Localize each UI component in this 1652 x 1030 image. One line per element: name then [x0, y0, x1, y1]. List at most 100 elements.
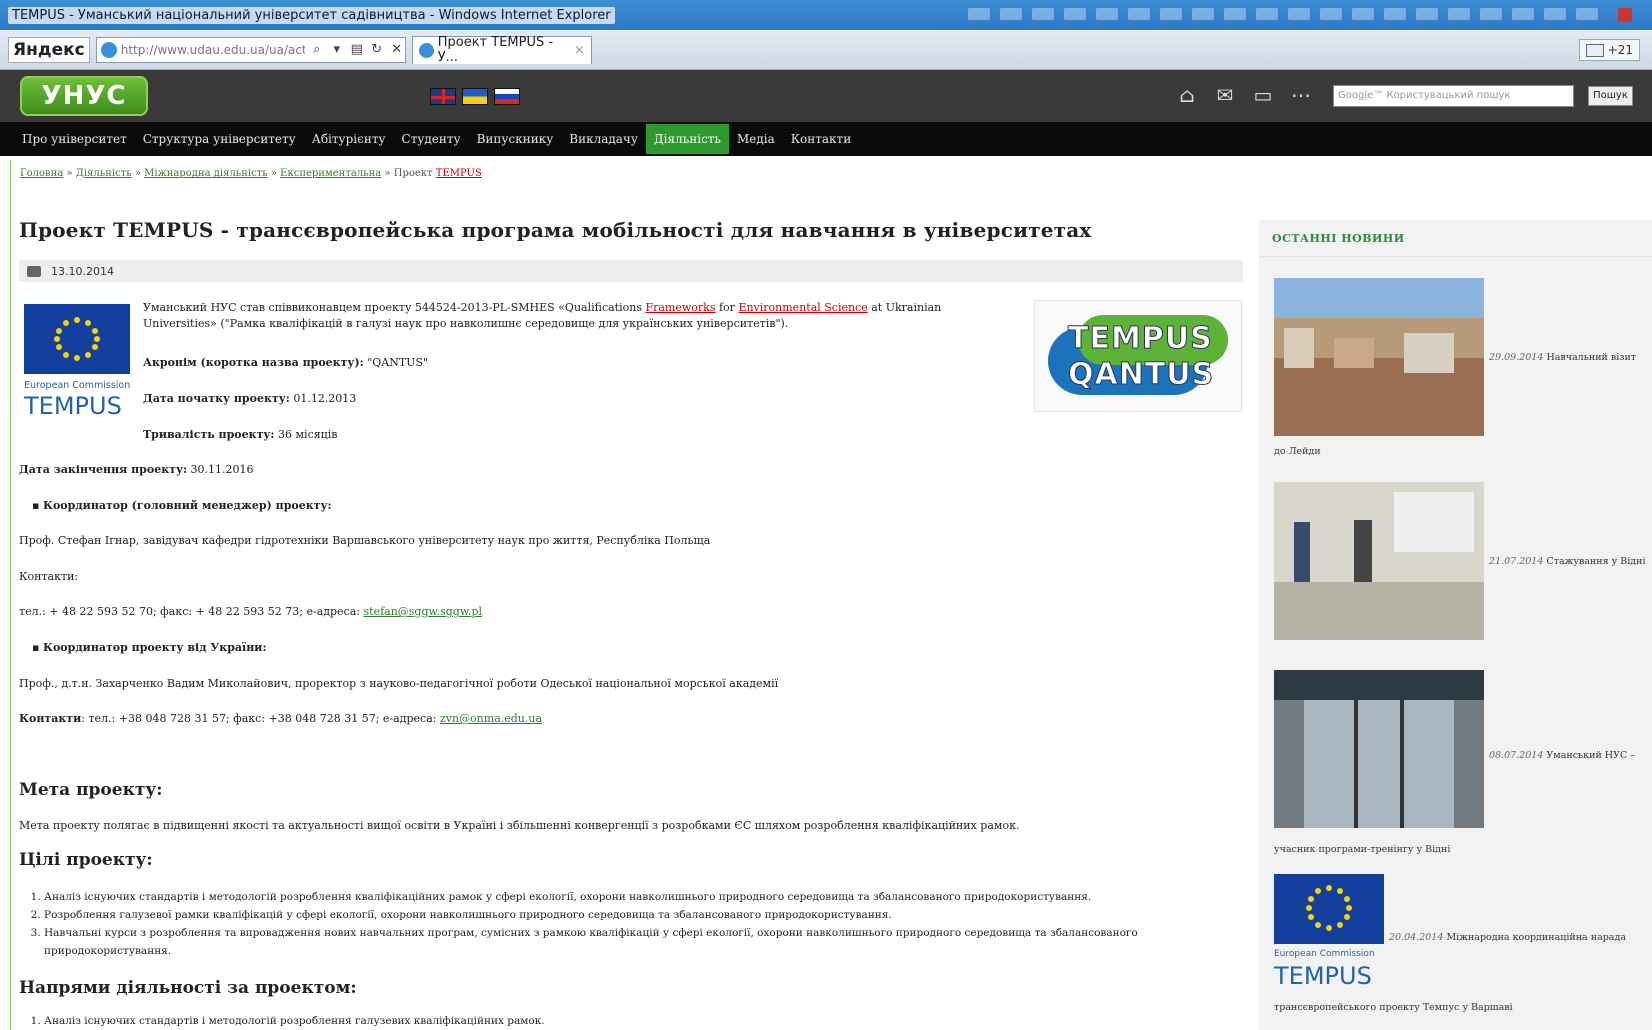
duration-line: Тривалість проекту: 36 місяців [143, 428, 338, 441]
news-caption-tail[interactable]: учасник програми-тренінгу у Відні [1274, 844, 1450, 855]
language-switcher [430, 88, 520, 105]
window-title-bar: TEMPUS - Уманський національний універси… [0, 0, 1652, 30]
aims-heading: Цілі проекту: [19, 850, 153, 870]
news-sidebar: ОСТАННІ НОВИНИ 29.09.2014 Навчальний віз… [1259, 220, 1652, 1030]
directions-heading: Напрями діяльності за проектом: [19, 978, 357, 998]
browser-right-controls: +21 [1578, 38, 1652, 61]
ua-coordinator-text: Проф., д.т.н. Захарченко Вадим Миколайов… [19, 677, 779, 690]
sidebar-heading: ОСТАННІ НОВИНИ [1272, 232, 1405, 245]
list-item: Аналіз існуючих стандартів і методологій… [44, 888, 1138, 906]
logo-tempus-text: TEMPUS [1068, 321, 1213, 357]
sitemap-icon[interactable]: ⋯ [1289, 84, 1313, 106]
date-bar: 13.10.2014 [19, 260, 1243, 282]
news-caption[interactable]: 29.09.2014 Навчальний візит [1489, 352, 1636, 363]
ie-icon [418, 42, 434, 58]
end-date-line: Дата закінчення проекту: 30.11.2016 [19, 463, 254, 476]
intro-paragraph: Уманський НУС став співвиконавцем проект… [143, 301, 942, 330]
search-input[interactable]: Google™ Користувацький пошук [1333, 85, 1574, 107]
nav-item-about[interactable]: Про університет [14, 124, 135, 154]
eu-tempus-word: TEMPUS [1274, 962, 1372, 990]
coordinator-text: Проф. Стефан Ігнар, завідувач кафедри гі… [19, 534, 711, 547]
news-image-eu-tempus[interactable]: European Commission TEMPUS [1274, 874, 1384, 1004]
goal-text: Мета проекту полягає в підвищенні якості… [19, 819, 1020, 832]
search-button[interactable]: Пошук [1588, 86, 1633, 106]
tempus-qantus-logo: TEMPUS QANTUS [1034, 300, 1242, 412]
close-icon[interactable] [1618, 8, 1632, 22]
list-item-continuation: природокористування. [44, 945, 172, 957]
stop-icon[interactable]: ✕ [389, 42, 405, 57]
list-item: Аналіз існуючих стандартів і методологій… [44, 1012, 545, 1030]
news-caption-tail[interactable]: до Лейди [1274, 446, 1321, 457]
news-image-building[interactable] [1274, 670, 1484, 828]
article-date: 13.10.2014 [51, 264, 114, 278]
breadcrumb: Головна » Діяльність » Міжнародна діяльн… [20, 168, 482, 179]
browser-toolbar: Яндекс http://www.udau.edu.ua/ua/activit… [0, 30, 1652, 70]
eu-caption: European Commission [24, 380, 130, 391]
notification-button[interactable]: +21 [1578, 38, 1640, 61]
content-border [10, 160, 11, 1030]
coordinator-contacts: тел.: + 48 22 593 52 70; факс: + 48 22 5… [19, 605, 483, 618]
lang-ru-flag-icon[interactable] [494, 88, 520, 105]
news-caption[interactable]: 21.07.2014 Стажування у Відні [1489, 556, 1646, 567]
taskbar-icons [968, 8, 1652, 22]
news-image-meeting[interactable] [1274, 482, 1484, 640]
breadcrumb-experimental[interactable]: Експериментальна [280, 168, 381, 179]
breadcrumb-activities[interactable]: Діяльність [76, 168, 132, 179]
chat-icon[interactable]: ▭ [1251, 84, 1275, 106]
tab-title: Проект TEMPUS - У... [437, 35, 554, 65]
contacts-label: Контакти: [19, 570, 79, 583]
refresh-icon[interactable]: ↻ [369, 42, 385, 57]
logo-qantus-text: QANTUS [1067, 357, 1215, 393]
breadcrumb-international[interactable]: Міжнародна діяльність [144, 168, 268, 179]
aims-list: Аналіз існуючих стандартів і методологій… [28, 888, 1138, 960]
breadcrumb-home[interactable]: Головна [20, 168, 63, 179]
compat-icon[interactable]: ▤ [349, 42, 365, 57]
acronym-line: Акронім (коротка назва проекту): "QANTUS… [143, 356, 429, 369]
goal-heading: Мета проекту: [19, 780, 163, 800]
news-caption-tail[interactable]: трансєвропейського проекту Темпус у Варш… [1274, 1002, 1513, 1013]
eu-tempus-logo: European Commission TEMPUS [23, 304, 130, 420]
nav-item-media[interactable]: Медіа [729, 124, 783, 154]
coordinator-heading: ▪ Координатор (головний менеджер) проект… [32, 499, 332, 512]
nav-item-graduates[interactable]: Випускнику [469, 124, 562, 154]
main-nav: Про університет Структура університету А… [0, 122, 1652, 156]
url-text[interactable]: http://www.udau.edu.ua/ua/activities/miz… [121, 43, 305, 57]
header-icons: ⌂ ✉ ▭ ⋯ [1175, 84, 1313, 106]
nav-item-applicants[interactable]: Абітурієнту [304, 124, 394, 154]
site-header: УНУС ⌂ ✉ ▭ ⋯ Google™ Користувацький пошу… [0, 70, 1652, 122]
home-icon[interactable]: ⌂ [1175, 84, 1199, 106]
yandex-button[interactable]: Яндекс [8, 36, 90, 63]
directions-list: Аналіз існуючих стандартів і методологій… [28, 1012, 545, 1030]
print-icon[interactable] [27, 265, 41, 277]
search-icon[interactable]: ⌕ [309, 42, 325, 57]
coordinator-email-link[interactable]: stefan@sggw.sggw.pl [364, 605, 483, 618]
news-image-city[interactable] [1274, 278, 1484, 436]
nav-item-activities[interactable]: Діяльність [645, 124, 729, 154]
list-item: Розроблення галузевої рамки кваліфікацій… [44, 906, 1138, 924]
nav-item-students[interactable]: Студенту [394, 124, 469, 154]
news-caption[interactable]: 08.07.2014 Уманський НУС – [1489, 750, 1635, 761]
list-item: Навчальні курси з розроблення та впровад… [44, 924, 1138, 942]
dropdown-icon[interactable]: ▾ [329, 42, 345, 57]
ua-coordinator-contacts: Контакти: тел.: +38 048 728 31 57; факс:… [19, 712, 543, 725]
page-title: Проект TEMPUS - трансєвропейська програм… [19, 218, 1092, 242]
lang-ua-flag-icon[interactable] [462, 88, 488, 105]
news-caption[interactable]: 20.04.2014 Міжнародна координаційна нара… [1389, 932, 1626, 943]
ua-coordinator-heading: ▪ Координатор проекту від України: [32, 641, 267, 654]
nav-item-structure[interactable]: Структура університету [135, 124, 304, 154]
ua-email-link[interactable]: zvn@onma.edu.ua [440, 712, 542, 725]
link-environmental-science[interactable]: Environmental Science [738, 301, 867, 314]
mail-icon[interactable]: ✉ [1213, 84, 1237, 106]
breadcrumb-current[interactable]: TEMPUS [436, 168, 482, 179]
nav-item-teachers[interactable]: Викладачу [561, 124, 646, 154]
eu-tempus-word: TEMPUS [23, 392, 122, 420]
window-title: TEMPUS - Уманський національний універси… [8, 6, 615, 24]
nav-item-contacts[interactable]: Контакти [783, 124, 859, 154]
site-logo[interactable]: УНУС [20, 76, 148, 116]
tab-close-icon[interactable]: × [574, 43, 585, 58]
address-bar[interactable]: http://www.udau.edu.ua/ua/activities/miz… [95, 36, 406, 63]
ie-icon [100, 41, 117, 58]
lang-en-flag-icon[interactable] [430, 88, 456, 105]
link-frameworks[interactable]: Frameworks [645, 301, 715, 314]
browser-tab[interactable]: Проект TEMPUS - У... × [411, 35, 592, 65]
